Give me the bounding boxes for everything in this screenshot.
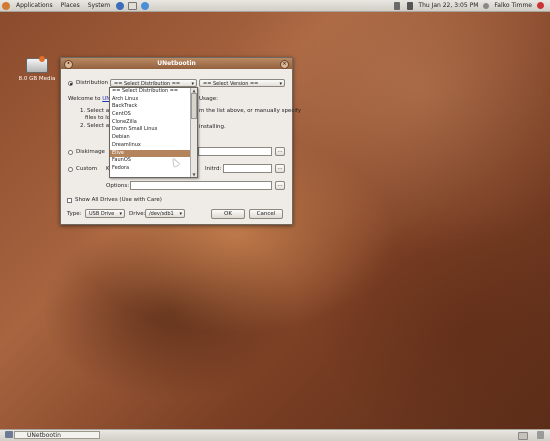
type-label: Type: [67, 211, 82, 217]
show-all-drives-label: Show All Drives (Use with Care) [75, 197, 162, 203]
type-select[interactable]: USB Drive ▾ [85, 209, 125, 218]
show-all-drives-checkbox[interactable] [67, 198, 72, 203]
taskbar-item-unetbootin[interactable]: UNetbootin [14, 431, 100, 439]
initrd-label: Initrd: [205, 166, 222, 172]
window-menu-icon[interactable]: • [64, 60, 73, 69]
title-bar[interactable]: • UNetbootin × [61, 58, 292, 69]
dropdown-option[interactable]: CloneZilla [110, 119, 197, 127]
usage-label: Usage: [199, 96, 218, 102]
custom-radio[interactable] [68, 167, 73, 172]
dropdown-option[interactable]: FaunOS [110, 157, 197, 165]
drive-select[interactable]: /dev/sdb1 ▾ [145, 209, 185, 218]
dropdown-scrollbar[interactable]: ▲ ▼ [190, 88, 197, 177]
dropdown-option[interactable]: Dreamlinux [110, 142, 197, 150]
dropdown-option[interactable]: CentOS [110, 111, 197, 119]
diskimage-browse-button[interactable]: ... [275, 147, 285, 156]
dropdown-option[interactable]: BackTrack [110, 103, 197, 111]
drive-label: Drive: [129, 211, 146, 217]
trash-icon[interactable] [537, 431, 544, 439]
options-browse-button[interactable]: ... [275, 181, 285, 190]
volume-icon[interactable] [407, 1, 414, 10]
show-desktop-icon[interactable] [5, 431, 13, 438]
power-icon[interactable] [537, 2, 544, 9]
desktop-icon-label: 8.0 GB Media [18, 76, 56, 82]
dropdown-option[interactable]: Arch Linux [110, 96, 197, 104]
network-icon[interactable] [394, 1, 401, 10]
help-launcher-icon[interactable] [141, 1, 150, 10]
close-icon[interactable]: × [280, 60, 289, 69]
step2-start: 2. Select an [80, 123, 113, 129]
chevron-down-icon: ▾ [179, 211, 182, 217]
step1-end: m the list above, or manually specify [199, 108, 301, 114]
diskimage-label: Diskimage [76, 149, 105, 155]
distribution-radio[interactable] [68, 81, 73, 86]
diskimage-radio[interactable] [68, 150, 73, 155]
window-title: UNetbootin [157, 60, 196, 67]
initrd-field[interactable] [223, 164, 272, 173]
bottom-panel: UNetbootin [0, 429, 550, 441]
cancel-button[interactable]: Cancel [249, 209, 283, 219]
top-panel: Applications Places System Thu Jan 22, 3… [0, 0, 550, 12]
options-field[interactable] [130, 181, 272, 190]
user-icon [483, 2, 490, 9]
mail-launcher-icon[interactable] [128, 1, 138, 10]
dropdown-option[interactable]: Fedora [110, 165, 197, 173]
ubuntu-logo-icon[interactable] [2, 1, 10, 10]
dropdown-option[interactable]: Damn Small Linux [110, 126, 197, 134]
usb-drive-icon [26, 56, 48, 73]
dropdown-option[interactable]: Elive [110, 149, 197, 158]
menu-system[interactable]: System [84, 0, 114, 11]
initrd-browse-button[interactable]: ... [275, 164, 285, 173]
step2-end: installing. [199, 124, 226, 130]
menu-applications[interactable]: Applications [12, 0, 57, 11]
desktop-drive-item[interactable]: 8.0 GB Media [12, 56, 62, 82]
custom-label: Custom [76, 166, 98, 172]
distribution-dropdown-list[interactable]: == Select Distribution == Arch Linux BackT… [109, 87, 198, 178]
chevron-down-icon: ▾ [119, 211, 122, 217]
chevron-down-icon: ▾ [279, 81, 282, 87]
dropdown-option[interactable]: == Select Distribution == [110, 88, 197, 96]
workspace-switcher-icon[interactable] [518, 432, 528, 440]
dropdown-option[interactable]: Debian [110, 134, 197, 142]
clock[interactable]: Thu Jan 22, 3:05 PM [418, 2, 478, 9]
distribution-select[interactable]: == Select Distribution == ▾ [110, 79, 197, 87]
scroll-down-icon[interactable]: ▼ [191, 172, 197, 177]
distribution-label: Distribution [76, 80, 109, 86]
options-label: Options: [106, 183, 130, 189]
ok-button[interactable]: OK [211, 209, 245, 219]
user-name[interactable]: Falko Timme [494, 2, 532, 9]
menu-places[interactable]: Places [57, 0, 84, 11]
diskimage-path-field[interactable] [198, 147, 272, 156]
scrollbar-thumb[interactable] [191, 93, 197, 119]
browser-launcher-icon[interactable] [116, 1, 125, 10]
version-select[interactable]: == Select Version == ▾ [199, 79, 285, 87]
